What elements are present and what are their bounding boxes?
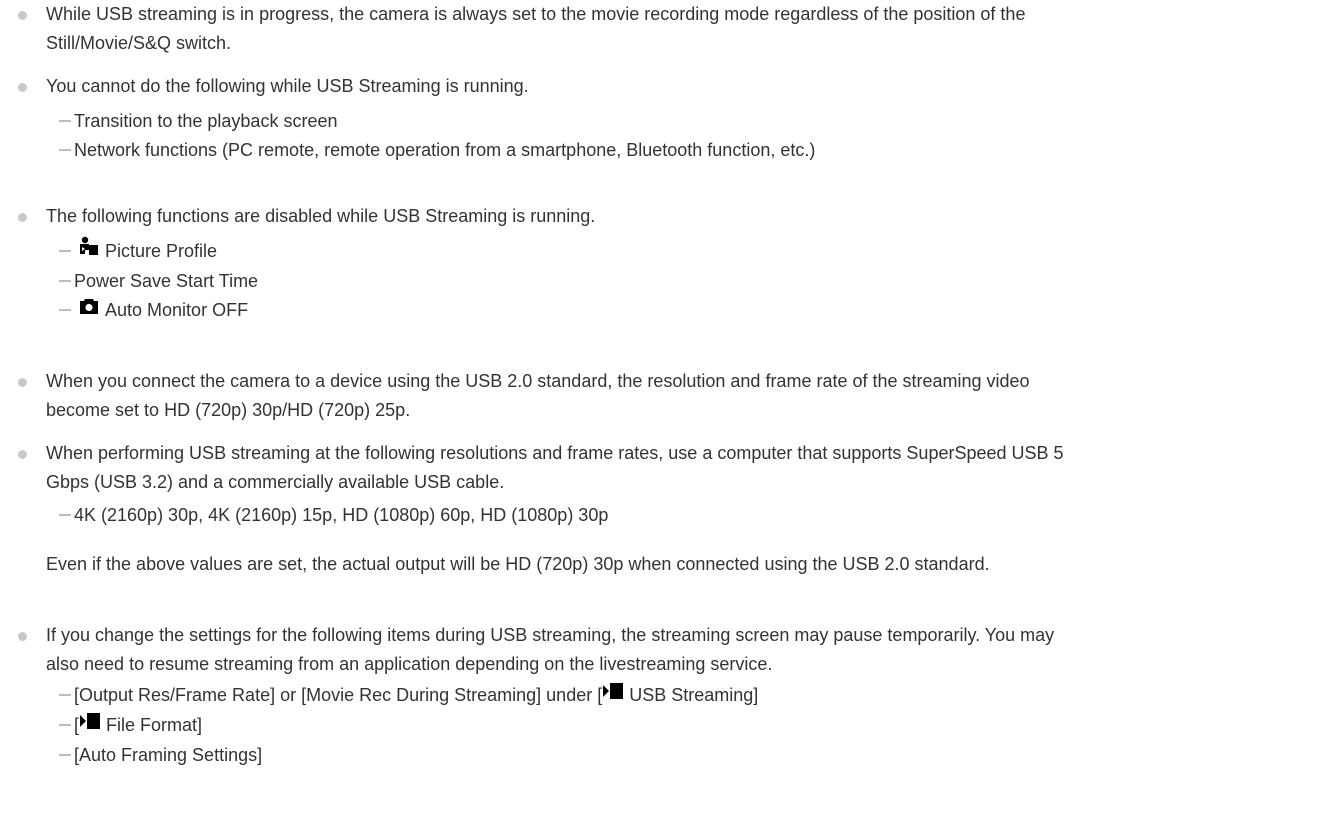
dash-icon: [59, 724, 71, 726]
dash-icon: [59, 753, 71, 756]
sub-list: Transition to the playback screen Networ…: [46, 107, 1326, 165]
note-line: become set to HD (720p) 30p/HD (720p) 25…: [46, 400, 411, 420]
sub-list: 4K (2160p) 30p, 4K (2160p) 15p, HD (1080…: [46, 501, 1326, 530]
dash-icon: [59, 250, 71, 253]
picture-profile-icon: [79, 236, 99, 265]
note-usb-streaming-mode: While USB streaming is in progress, the …: [18, 0, 1326, 58]
still-camera-icon: [79, 295, 99, 324]
list-item: [Output Res/Frame Rate] or [Movie Rec Du…: [59, 681, 1326, 711]
note-line: The following functions are disabled whi…: [46, 206, 596, 226]
note-line: When you connect the camera to a device …: [46, 371, 1030, 391]
note-superspeed: When performing USB streaming at the fol…: [18, 439, 1326, 579]
movie-icon: [79, 710, 101, 739]
list-item: Picture Profile: [59, 236, 1326, 267]
note-line: You cannot do the following while USB St…: [46, 76, 529, 96]
dash-icon: [59, 514, 71, 517]
sub-list: Picture Profile Power Save Start Time Au…: [46, 236, 1326, 326]
sub-list: [Output Res/Frame Rate] or [Movie Rec Du…: [46, 681, 1326, 770]
bullet-icon: [18, 632, 27, 641]
list-item: Network functions (PC remote, remote ope…: [59, 136, 1326, 165]
bullet-icon: [18, 378, 27, 387]
note-line: If you change the settings for the follo…: [46, 625, 1055, 645]
bullet-icon: [18, 11, 27, 20]
dash-icon: [59, 149, 71, 152]
list-item: Auto Monitor OFF: [59, 296, 1326, 326]
dash-icon: [59, 280, 71, 282]
list-item: 4K (2160p) 30p, 4K (2160p) 15p, HD (1080…: [59, 501, 1326, 530]
bullet-icon: [18, 450, 27, 459]
dash-icon: [59, 694, 71, 697]
list-item: Power Save Start Time: [59, 267, 1326, 296]
note-paragraph: Even if the above values are set, the ac…: [46, 554, 990, 574]
note-line: Still/Movie/S&Q switch.: [46, 33, 232, 53]
note-cannot-do: You cannot do the following while USB St…: [18, 72, 1326, 165]
note-settings-change: If you change the settings for the follo…: [18, 621, 1326, 770]
bullet-icon: [18, 213, 27, 222]
note-line: While USB streaming is in progress, the …: [46, 4, 1026, 24]
note-line: also need to resume streaming from an ap…: [46, 654, 773, 674]
page: While USB streaming is in progress, the …: [0, 0, 1339, 814]
list-item: [Auto Framing Settings]: [59, 741, 1326, 770]
note-usb2-resolution: When you connect the camera to a device …: [18, 367, 1326, 425]
list-item: Transition to the playback screen: [59, 107, 1326, 136]
bullet-icon: [18, 83, 27, 92]
note-line: When performing USB streaming at the fol…: [46, 443, 1064, 463]
note-disabled-functions: The following functions are disabled whi…: [18, 202, 1326, 326]
dash-icon: [59, 120, 71, 123]
movie-icon: [602, 680, 624, 709]
list-item: [ File Format]: [59, 711, 1326, 741]
dash-icon: [59, 309, 71, 311]
note-line: Gbps (USB 3.2) and a commercially availa…: [46, 472, 505, 492]
